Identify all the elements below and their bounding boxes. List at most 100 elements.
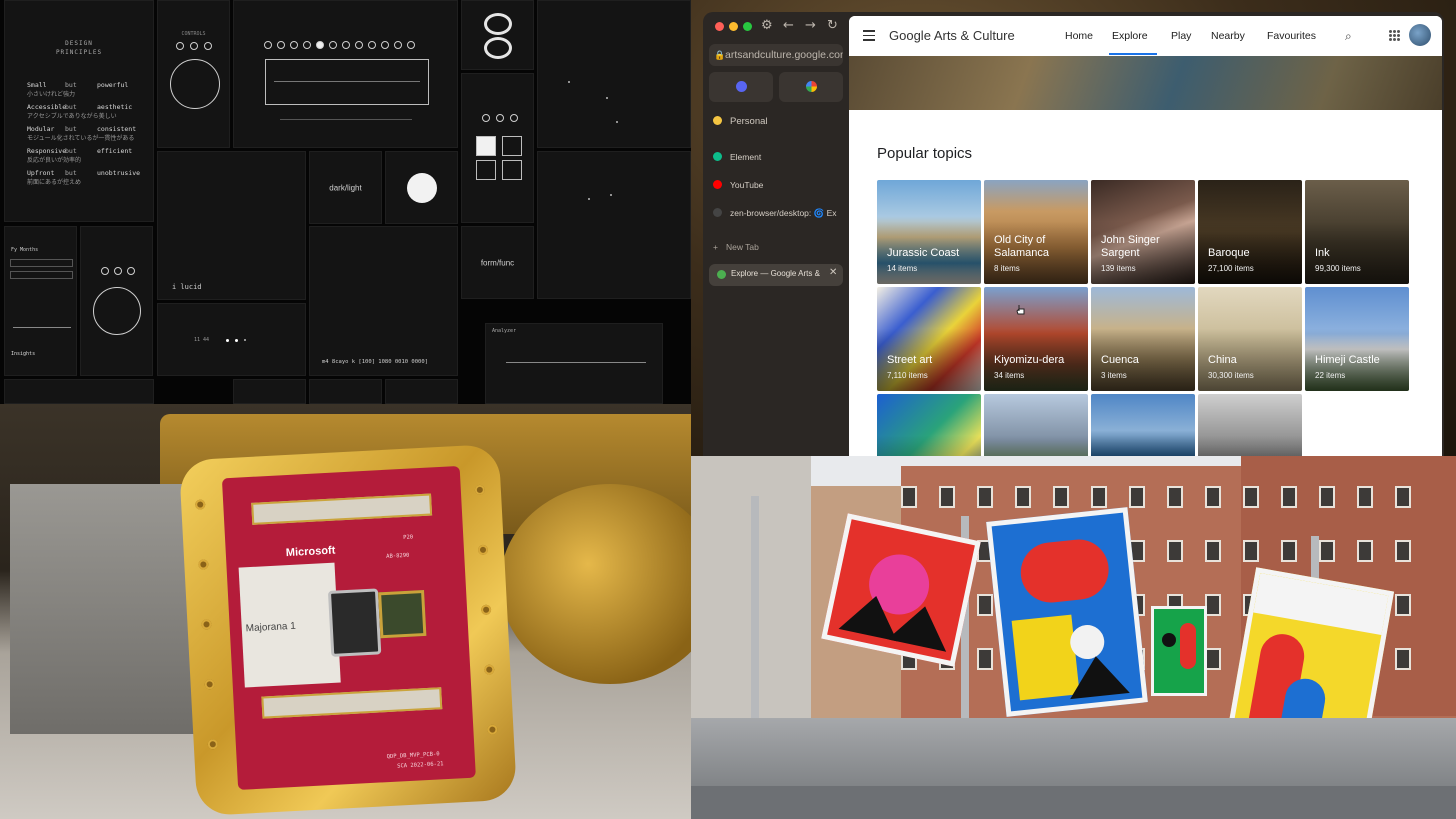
knob[interactable]	[204, 42, 212, 50]
maximize-window-icon[interactable]	[743, 22, 752, 31]
principle-a: Accessible	[27, 103, 67, 111]
knob[interactable]	[407, 41, 415, 49]
sidebar-item-zen[interactable]: zen-browser/desktop: 🌀 Ex	[713, 208, 837, 219]
site-logo[interactable]: Google Arts & Culture	[889, 28, 1015, 43]
window	[1091, 486, 1107, 508]
topic-card[interactable]: Baroque 27,100 items	[1198, 180, 1302, 284]
knob[interactable]	[482, 114, 490, 122]
knob[interactable]	[329, 41, 337, 49]
card-shade	[1091, 394, 1195, 456]
topic-card[interactable]: John Singer Sargent 139 items	[1091, 180, 1195, 284]
knob[interactable]	[290, 41, 298, 49]
scatter-card	[537, 0, 691, 148]
knob[interactable]	[368, 41, 376, 49]
knob[interactable]	[316, 41, 324, 49]
window	[1357, 540, 1373, 562]
url-bar[interactable]: 🔒 artsandculture.google.com	[709, 44, 843, 66]
tile	[233, 379, 306, 404]
tile	[385, 379, 458, 404]
toggle-on[interactable]	[476, 136, 496, 156]
knob[interactable]	[355, 41, 363, 49]
principle-b: but	[65, 147, 77, 155]
extensions-icon[interactable]: ⚙	[761, 18, 773, 33]
knob[interactable]	[190, 42, 198, 50]
knob[interactable]	[127, 267, 135, 275]
window	[1357, 486, 1373, 508]
sidebar-item-element[interactable]: Element	[713, 152, 761, 162]
pinned-tab-discord[interactable]	[709, 72, 773, 102]
nav-explore[interactable]: Explore	[1112, 30, 1148, 42]
date-range-field[interactable]	[10, 259, 73, 267]
topic-card[interactable]: Ink 99,300 items	[1305, 180, 1409, 284]
pinned-tab-google[interactable]	[779, 72, 843, 102]
knob[interactable]	[303, 41, 311, 49]
topic-card[interactable]: Thomas Edison	[1198, 394, 1302, 456]
knob[interactable]	[394, 41, 402, 49]
knob[interactable]	[264, 41, 272, 49]
theme-toggle[interactable]	[407, 173, 437, 203]
nav-nearby[interactable]: Nearby	[1211, 30, 1245, 42]
topic-card[interactable]: Kiyomizu-dera 34 items	[984, 287, 1088, 391]
active-tab[interactable]: Explore — Google Arts & ✕	[709, 264, 843, 286]
window	[1395, 486, 1411, 508]
knob[interactable]	[114, 267, 122, 275]
nav-home[interactable]: Home	[1065, 30, 1093, 42]
topic-name: Old City of Salamanca	[994, 234, 1050, 259]
toggle-off[interactable]	[476, 160, 496, 180]
dial-circle[interactable]	[93, 287, 141, 335]
select-field[interactable]	[10, 271, 73, 279]
principle-row: Accessible but aesthetic	[27, 103, 132, 111]
toggle-off[interactable]	[502, 136, 522, 156]
topic-card[interactable]: Street art 7,110 items	[877, 287, 981, 391]
browser-screenshot: ⚙ ← → ↻ 🔒 artsandculture.google.com Pers…	[691, 0, 1456, 456]
nav-favourites[interactable]: Favourites	[1267, 30, 1316, 42]
topic-card[interactable]: Gulf of California	[1091, 394, 1195, 456]
dark-light-label: dark/light	[329, 183, 362, 192]
dial-circle[interactable]	[170, 59, 220, 109]
knob[interactable]	[101, 267, 109, 275]
workspace-personal[interactable]: Personal	[713, 116, 768, 127]
window	[1015, 486, 1031, 508]
topic-card[interactable]: Contemporary art	[877, 394, 981, 456]
toggle-off[interactable]	[502, 160, 522, 180]
topic-card[interactable]: Himeji Castle 22 items	[1305, 287, 1409, 391]
knob[interactable]	[381, 41, 389, 49]
nav-play[interactable]: Play	[1171, 30, 1191, 42]
search-icon[interactable]: ⌕	[1345, 29, 1352, 44]
knob[interactable]	[342, 41, 350, 49]
avatar[interactable]	[1409, 24, 1431, 46]
knob[interactable]	[277, 41, 285, 49]
minimize-window-icon[interactable]	[729, 22, 738, 31]
topic-card[interactable]: Cuenca 3 items	[1091, 287, 1195, 391]
bolt	[484, 664, 495, 675]
sequencer-card	[233, 0, 458, 148]
pager-dot[interactable]	[244, 339, 246, 341]
window	[977, 594, 993, 616]
topic-card[interactable]: Jurassic Coast 14 items	[877, 180, 981, 284]
back-icon[interactable]: ←	[783, 18, 794, 33]
close-tab-icon[interactable]: ✕	[829, 267, 837, 278]
new-tab-label: New Tab	[725, 242, 759, 252]
topic-card[interactable]: Pompeii	[984, 394, 1088, 456]
reload-icon[interactable]: ↻	[827, 18, 838, 33]
topic-card[interactable]: China 30,300 items	[1198, 287, 1302, 391]
pager-dot[interactable]	[226, 339, 229, 342]
card-shade	[877, 394, 981, 456]
forward-icon[interactable]: →	[805, 18, 816, 33]
knob[interactable]	[510, 114, 518, 122]
black-circle	[1162, 633, 1176, 647]
topic-card[interactable]: Old City of Salamanca 8 items	[984, 180, 1088, 284]
knob[interactable]	[496, 114, 504, 122]
apps-icon[interactable]	[1389, 30, 1400, 41]
form-func-label: form/func	[480, 258, 515, 267]
close-window-icon[interactable]	[715, 22, 724, 31]
window	[901, 486, 917, 508]
logo-icon	[484, 13, 512, 35]
active-nav-indicator	[1109, 53, 1157, 55]
trend-line	[13, 327, 71, 328]
knob[interactable]	[176, 42, 184, 50]
menu-icon[interactable]	[863, 30, 875, 44]
pager-dot[interactable]	[235, 339, 238, 342]
sidebar-item-youtube[interactable]: YouTube	[713, 180, 763, 190]
new-tab-button[interactable]: + New Tab	[713, 242, 759, 252]
